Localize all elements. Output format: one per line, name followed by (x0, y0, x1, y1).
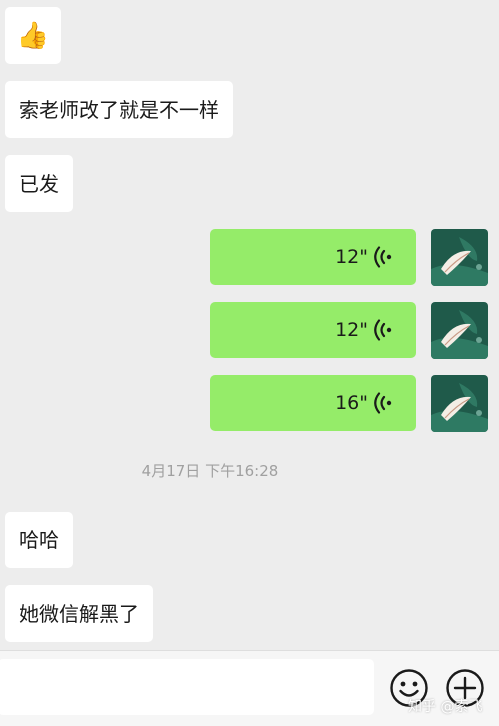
message-bubble-thumbs-up[interactable]: 👍 (5, 7, 61, 64)
avatar-image-icon (431, 302, 488, 359)
message-bubble-in[interactable]: 哈哈 (5, 512, 73, 568)
thumbs-up-emoji-icon: 👍 (16, 20, 50, 51)
avatar[interactable] (431, 229, 488, 286)
message-text: 哈哈 (19, 528, 59, 552)
voice-message-bubble[interactable]: 12" (210, 302, 416, 358)
message-text: 她微信解黑了 (19, 601, 139, 626)
avatar[interactable] (431, 375, 488, 432)
avatar-image-icon (431, 375, 488, 432)
avatar-image-icon (431, 229, 488, 286)
voice-wave-icon (374, 246, 392, 268)
avatar[interactable] (431, 302, 488, 359)
chat-timestamp: 4月17日 下午16:28 (141, 462, 279, 480)
message-text: 索老师改了就是不一样 (19, 97, 219, 122)
voice-wave-icon (374, 319, 392, 341)
message-input[interactable] (0, 659, 374, 715)
watermark: 知乎 @索飞 (408, 699, 483, 715)
voice-message-bubble[interactable]: 12" (210, 229, 416, 285)
voice-wave-icon (374, 392, 392, 414)
message-text: 已发 (19, 171, 59, 196)
voice-duration: 12" (335, 319, 368, 341)
message-bubble-in[interactable]: 索老师改了就是不一样 (5, 81, 233, 138)
voice-message-bubble[interactable]: 16" (210, 375, 416, 431)
voice-duration: 12" (335, 246, 368, 268)
voice-duration: 16" (335, 392, 368, 414)
message-bubble-in[interactable]: 她微信解黑了 (5, 585, 153, 642)
message-bubble-in[interactable]: 已发 (5, 155, 73, 212)
